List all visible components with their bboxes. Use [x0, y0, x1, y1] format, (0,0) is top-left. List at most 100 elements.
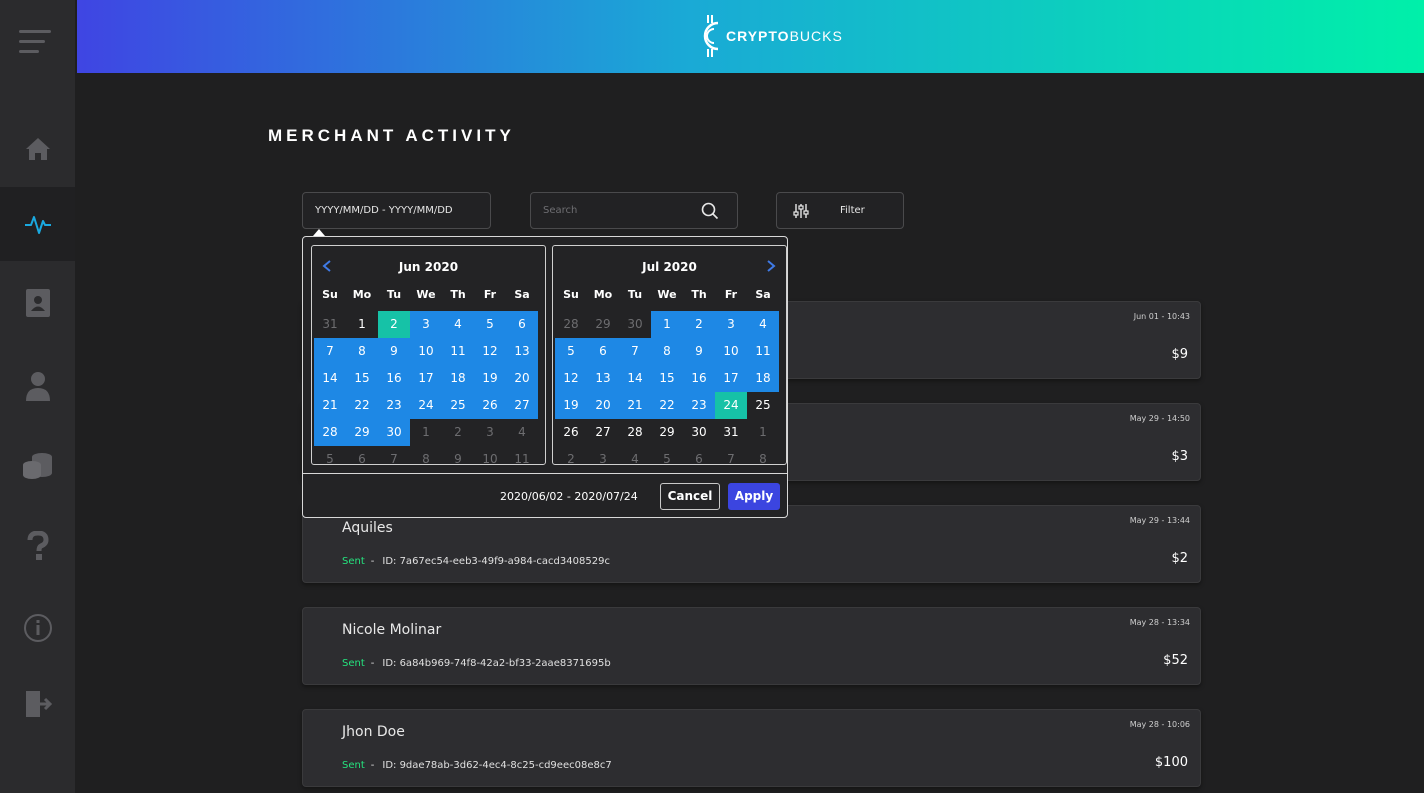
calendar-day[interactable]: 23 [378, 392, 410, 419]
calendar-day[interactable]: 3 [587, 446, 619, 464]
calendar-day[interactable]: 27 [587, 419, 619, 446]
filter-button[interactable]: Filter [776, 192, 904, 229]
calendar-day[interactable]: 16 [378, 365, 410, 392]
calendar-day[interactable]: 13 [587, 365, 619, 392]
calendar-day[interactable]: 8 [651, 338, 683, 365]
calendar-day[interactable]: 1 [651, 311, 683, 338]
calendar-day[interactable]: 13 [506, 338, 538, 365]
calendar-day[interactable]: 31 [314, 311, 346, 338]
calendar-day[interactable]: 2 [442, 419, 474, 446]
calendar-day[interactable]: 8 [747, 446, 779, 464]
calendar-day[interactable]: 26 [555, 419, 587, 446]
calendar-day[interactable]: 25 [442, 392, 474, 419]
nav-logout[interactable] [0, 667, 75, 741]
calendar-day[interactable]: 17 [410, 365, 442, 392]
calendar-day[interactable]: 21 [619, 392, 651, 419]
calendar-day[interactable]: 12 [555, 365, 587, 392]
calendar-day[interactable]: 8 [410, 446, 442, 464]
calendar-day[interactable]: 15 [346, 365, 378, 392]
calendar-day[interactable]: 15 [651, 365, 683, 392]
nav-activity[interactable] [0, 187, 75, 261]
calendar-day[interactable]: 6 [683, 446, 715, 464]
calendar-day[interactable]: 4 [506, 419, 538, 446]
calendar-day[interactable]: 16 [683, 365, 715, 392]
calendar-day[interactable]: 22 [651, 392, 683, 419]
calendar-day[interactable]: 2 [555, 446, 587, 464]
calendar-day[interactable]: 2 [378, 311, 410, 338]
nav-wallet[interactable] [0, 429, 75, 503]
search-input[interactable]: Search [530, 192, 738, 229]
calendar-day[interactable]: 17 [715, 365, 747, 392]
calendar-day[interactable]: 31 [715, 419, 747, 446]
apply-button[interactable]: Apply [728, 483, 780, 510]
activity-card[interactable]: Jhon Doe May 28 - 10:06 Sent - ID: 9dae78a… [302, 709, 1201, 787]
calendar-day[interactable]: 25 [747, 392, 779, 419]
calendar-day[interactable]: 10 [715, 338, 747, 365]
hamburger-icon[interactable] [19, 30, 51, 56]
calendar-day[interactable]: 5 [555, 338, 587, 365]
calendar-day[interactable]: 7 [378, 446, 410, 464]
calendar-day[interactable]: 14 [314, 365, 346, 392]
calendar-day[interactable]: 27 [506, 392, 538, 419]
calendar-day[interactable]: 2 [683, 311, 715, 338]
nav-home[interactable] [0, 112, 75, 186]
calendar-day[interactable]: 12 [474, 338, 506, 365]
calendar-day[interactable]: 11 [442, 338, 474, 365]
next-month-icon[interactable] [764, 259, 778, 273]
calendar-day[interactable]: 4 [747, 311, 779, 338]
calendar-day[interactable]: 20 [587, 392, 619, 419]
calendar-day[interactable]: 1 [346, 311, 378, 338]
calendar-day[interactable]: 6 [506, 311, 538, 338]
calendar-day[interactable]: 1 [747, 419, 779, 446]
calendar-day[interactable]: 5 [651, 446, 683, 464]
calendar-day[interactable]: 10 [474, 446, 506, 464]
calendar-day[interactable]: 28 [314, 419, 346, 446]
nav-info[interactable] [0, 591, 75, 665]
calendar-day[interactable]: 20 [506, 365, 538, 392]
calendar-day[interactable]: 6 [346, 446, 378, 464]
calendar-day[interactable]: 29 [587, 311, 619, 338]
calendar-day[interactable]: 4 [442, 311, 474, 338]
calendar-day[interactable]: 4 [619, 446, 651, 464]
calendar-day[interactable]: 3 [474, 419, 506, 446]
calendar-day[interactable]: 18 [747, 365, 779, 392]
calendar-day[interactable]: 9 [442, 446, 474, 464]
activity-card[interactable]: Nicole Molinar May 28 - 13:34 Sent - ID: 6… [302, 607, 1201, 685]
cancel-button[interactable]: Cancel [660, 483, 720, 510]
calendar-day[interactable]: 1 [410, 419, 442, 446]
calendar-day[interactable]: 24 [410, 392, 442, 419]
calendar-day[interactable]: 3 [410, 311, 442, 338]
calendar-day[interactable]: 19 [474, 365, 506, 392]
calendar-day[interactable]: 8 [346, 338, 378, 365]
calendar-day[interactable]: 9 [378, 338, 410, 365]
calendar-day[interactable]: 30 [619, 311, 651, 338]
calendar-day[interactable]: 28 [619, 419, 651, 446]
calendar-day[interactable]: 7 [715, 446, 747, 464]
calendar-day[interactable]: 19 [555, 392, 587, 419]
calendar-day[interactable]: 14 [619, 365, 651, 392]
calendar-day[interactable]: 9 [683, 338, 715, 365]
calendar-day[interactable]: 18 [442, 365, 474, 392]
calendar-day[interactable]: 23 [683, 392, 715, 419]
calendar-day[interactable]: 29 [346, 419, 378, 446]
calendar-day[interactable]: 7 [619, 338, 651, 365]
date-range-input[interactable]: YYYY/MM/DD - YYYY/MM/DD [302, 192, 491, 229]
search-icon[interactable] [701, 202, 719, 220]
calendar-day[interactable]: 3 [715, 311, 747, 338]
calendar-day[interactable]: 30 [683, 419, 715, 446]
nav-help[interactable] [0, 509, 75, 583]
calendar-day[interactable]: 22 [346, 392, 378, 419]
brand-logo[interactable]: CRYPTOBUCKS [697, 10, 843, 62]
calendar-day[interactable]: 10 [410, 338, 442, 365]
calendar-day[interactable]: 6 [587, 338, 619, 365]
calendar-day[interactable]: 11 [747, 338, 779, 365]
calendar-day[interactable]: 24 [715, 392, 747, 419]
calendar-day[interactable]: 26 [474, 392, 506, 419]
calendar-day[interactable]: 29 [651, 419, 683, 446]
calendar-day[interactable]: 5 [314, 446, 346, 464]
calendar-day[interactable]: 11 [506, 446, 538, 464]
calendar-day[interactable]: 5 [474, 311, 506, 338]
nav-profile[interactable] [0, 349, 75, 423]
calendar-day[interactable]: 28 [555, 311, 587, 338]
calendar-day[interactable]: 30 [378, 419, 410, 446]
